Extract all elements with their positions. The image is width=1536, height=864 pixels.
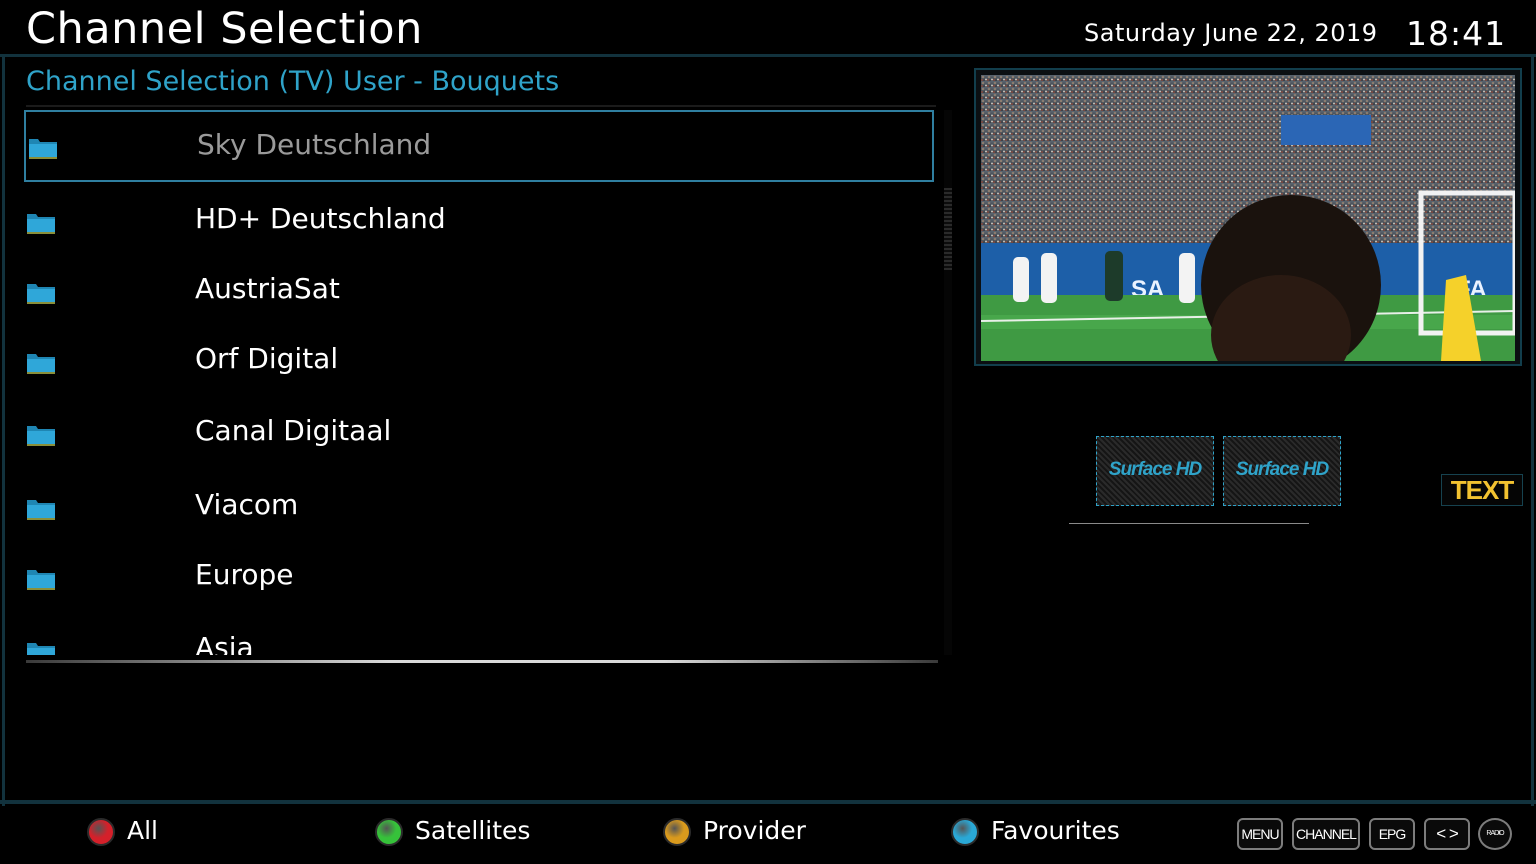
folder-icon (26, 640, 56, 655)
channel-key[interactable]: CHANNEL (1292, 818, 1360, 850)
list-item-label: Europe (195, 558, 294, 591)
clock: 18:41 (1406, 14, 1507, 53)
blue-button-favourites[interactable]: Favourites (951, 812, 1171, 856)
color-button-label: All (127, 816, 158, 845)
folder-icon (26, 423, 56, 446)
list-item[interactable]: HD+ Deutschland (24, 186, 934, 258)
red-button-all[interactable]: All (87, 812, 217, 856)
list-item-label: AustriaSat (195, 272, 340, 305)
arrow-keys[interactable]: < > (1424, 818, 1470, 850)
preview-video: SA FA (981, 75, 1515, 361)
red-dot-icon (87, 818, 115, 846)
list-item-label: Orf Digital (195, 342, 339, 375)
surface-hd-badge: Surface HD (1096, 436, 1214, 506)
folder-icon (26, 281, 56, 304)
list-bottom-divider (26, 660, 938, 663)
surface-hd-badge: Surface HD (1223, 436, 1341, 506)
blue-dot-icon (951, 818, 979, 846)
radio-key[interactable]: RADIO (1478, 818, 1512, 850)
badge-label: Surface HD (1235, 459, 1329, 480)
menu-key[interactable]: MENU (1237, 818, 1283, 850)
folder-icon (26, 211, 56, 234)
list-item-label: Sky Deutschland (197, 128, 432, 161)
list-item[interactable]: AustriaSat (24, 256, 934, 328)
list-item[interactable]: Canal Digitaal (24, 398, 934, 470)
list-item-label: Canal Digitaal (195, 414, 392, 447)
list-subtitle: Channel Selection (TV) User - Bouquets (26, 66, 560, 97)
yellow-dot-icon (663, 818, 691, 846)
list-item[interactable]: Asia (24, 615, 934, 655)
list-item-label: Asia (195, 631, 254, 655)
list-item[interactable]: Europe (24, 542, 934, 614)
color-button-label: Favourites (991, 816, 1120, 845)
list-item-label: HD+ Deutschland (195, 202, 446, 235)
subtitle-divider (26, 105, 936, 107)
color-button-label: Provider (703, 816, 806, 845)
date-label: Saturday June 22, 2019 (1084, 19, 1378, 47)
folder-icon (26, 567, 56, 590)
badge-divider (1069, 523, 1309, 524)
tv-preview: SA FA (974, 68, 1522, 366)
page-title: Channel Selection (26, 4, 423, 54)
frame-bottom (0, 800, 1536, 804)
yellow-button-provider[interactable]: Provider (663, 812, 863, 856)
color-button-label: Satellites (415, 816, 531, 845)
green-dot-icon (375, 818, 403, 846)
list-item[interactable]: Viacom (24, 472, 934, 544)
header-bar: Channel Selection Saturday June 22, 2019… (0, 0, 1536, 56)
scrollbar-thumb[interactable] (944, 188, 952, 270)
folder-icon (26, 497, 56, 520)
badge-label: Surface HD (1108, 459, 1202, 480)
teletext-button[interactable]: TEXT (1441, 474, 1523, 506)
green-button-satellites[interactable]: Satellites (375, 812, 575, 856)
folder-icon (26, 351, 56, 374)
frame-left (2, 54, 5, 806)
epg-key[interactable]: EPG (1369, 818, 1415, 850)
list-item[interactable]: Sky Deutschland (24, 110, 934, 182)
folder-icon (28, 136, 58, 159)
list-item-label: Viacom (195, 488, 299, 521)
frame-right (1531, 54, 1534, 806)
list-item[interactable]: Orf Digital (24, 326, 934, 398)
bouquet-list[interactable]: Sky Deutschland HD+ Deutschland AustriaSat… (24, 110, 936, 655)
